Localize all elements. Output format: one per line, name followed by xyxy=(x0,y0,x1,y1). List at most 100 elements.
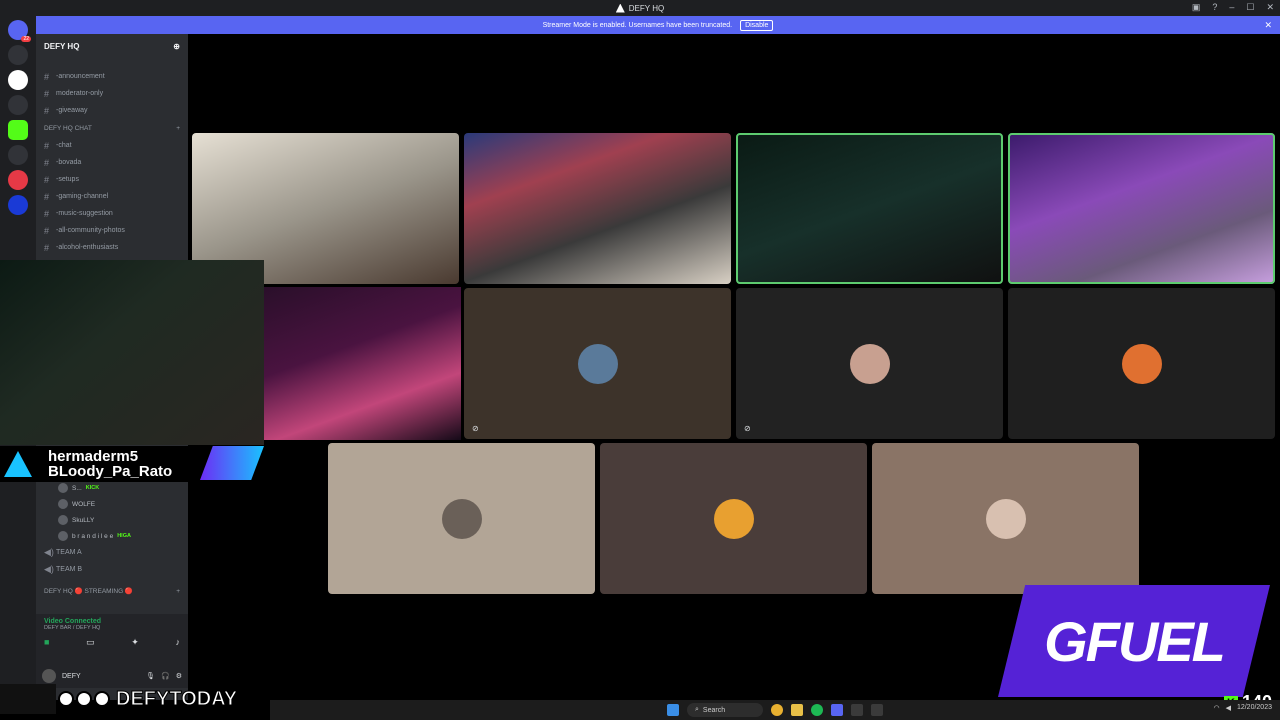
voice-connected-label: Video Connected xyxy=(44,618,102,625)
social-handles-overlay: DEFYTODAY xyxy=(0,684,270,714)
hash-icon: # xyxy=(44,208,50,219)
server-icon-defy[interactable] xyxy=(8,70,28,90)
channel-item[interactable]: # -gaming-channel xyxy=(36,188,188,205)
avatar xyxy=(849,343,890,384)
video-tile[interactable] xyxy=(1008,133,1275,284)
streamer-webcam-overlay xyxy=(0,260,264,445)
minimize-button[interactable]: – xyxy=(1229,2,1234,13)
mute-icon: ⊘ xyxy=(744,424,751,433)
spotify-icon[interactable] xyxy=(811,704,823,716)
video-tile[interactable] xyxy=(464,133,731,284)
volume-icon[interactable]: ◀ xyxy=(1226,704,1231,712)
search-icon: ⌕ xyxy=(695,706,699,713)
app-icon[interactable] xyxy=(851,704,863,716)
sponsor-logo: GFUEL xyxy=(998,585,1270,697)
close-banner-icon[interactable]: ✕ xyxy=(1264,20,1272,31)
avatar[interactable] xyxy=(42,669,56,683)
server-icon[interactable] xyxy=(8,145,28,165)
microphone-icon[interactable]: 🎙 xyxy=(146,672,155,680)
channel-item[interactable]: # -alcohol-enthusiasts xyxy=(36,239,188,256)
voice-channel-item[interactable]: ◀) TEAM A xyxy=(36,544,188,561)
voice-user[interactable]: b r a n d i l e e HIGA xyxy=(36,528,188,544)
banner-text: Streamer Mode is enabled. Usernames have… xyxy=(542,21,733,29)
channel-item[interactable]: # -chat xyxy=(36,137,188,154)
maximize-button[interactable]: ☐ xyxy=(1246,2,1254,13)
screen-share-button[interactable]: ▭ xyxy=(86,637,95,648)
channel-item[interactable]: # -giveaway xyxy=(36,102,188,119)
app-icon[interactable] xyxy=(871,704,883,716)
participant-tile[interactable] xyxy=(328,443,595,594)
camera-button[interactable]: ■ xyxy=(44,637,49,648)
voice-user[interactable]: WOLFE xyxy=(36,496,188,512)
avatar xyxy=(441,498,482,539)
server-header[interactable]: DEFY HQ ⊕ xyxy=(36,34,188,58)
category-header[interactable]: DEFY HQ 🔴 STREAMING 🔴 + xyxy=(36,582,188,600)
window-controls: ▣ ? – ☐ ✕ xyxy=(1192,2,1274,13)
channel-item[interactable]: # -music-suggestion xyxy=(36,205,188,222)
participant-tile[interactable] xyxy=(872,443,1139,594)
participant-tile[interactable] xyxy=(1008,288,1275,439)
server-icon-kick[interactable] xyxy=(8,120,28,140)
server-icon[interactable] xyxy=(8,95,28,115)
chrome-icon[interactable] xyxy=(771,704,783,716)
unread-badge: 22 xyxy=(21,36,31,42)
window-titlebar: DEFY HQ ▣ ? – ☐ ✕ xyxy=(0,0,1280,16)
voice-user[interactable]: SkuLLY xyxy=(36,512,188,528)
headphones-icon[interactable]: 🎧 xyxy=(161,672,170,680)
inbox-icon[interactable]: ▣ xyxy=(1192,2,1201,13)
hash-icon: # xyxy=(44,157,50,168)
server-icon[interactable] xyxy=(8,195,28,215)
close-window-button[interactable]: ✕ xyxy=(1266,2,1274,13)
gear-icon[interactable]: ⚙ xyxy=(176,672,182,680)
disable-streamer-mode-button[interactable]: Disable xyxy=(740,19,774,31)
server-icon[interactable] xyxy=(8,45,28,65)
help-icon[interactable]: ? xyxy=(1212,2,1217,13)
activities-button[interactable]: ✦ xyxy=(131,637,139,648)
tray-date: 12/20/2023 xyxy=(1236,704,1272,711)
channel-item[interactable]: # -all-community-photos xyxy=(36,222,188,239)
direct-messages-icon[interactable]: 22 xyxy=(8,20,31,42)
hash-icon: # xyxy=(44,174,50,185)
voice-status-panel: Video Connected DEFY BAR / DEFY HQ ■ ▭ ✦… xyxy=(36,614,188,664)
video-tile[interactable] xyxy=(736,133,1003,284)
channel-item[interactable]: # -bovada xyxy=(36,154,188,171)
wifi-icon[interactable]: ◠ xyxy=(1213,704,1219,712)
avatar xyxy=(713,498,754,539)
speaker-icon: ◀) xyxy=(44,547,54,557)
overlay-name-2: BLoody_Pa_Rato xyxy=(48,463,173,480)
category-header[interactable]: DEFY HQ CHAT + xyxy=(36,119,188,137)
participant-tile[interactable]: ⊘ xyxy=(736,288,1003,439)
folder-icon[interactable] xyxy=(791,704,803,716)
hash-icon: # xyxy=(44,140,50,151)
hash-icon: # xyxy=(44,191,50,202)
defy-logo-icon xyxy=(4,451,32,477)
avatar xyxy=(577,343,618,384)
avatar xyxy=(58,499,68,509)
sponsor-name: GFUEL xyxy=(1044,609,1226,673)
windows-start-icon[interactable] xyxy=(667,704,679,716)
channel-item[interactable]: # -announcement xyxy=(36,68,188,85)
user-name: DEFY xyxy=(62,672,81,680)
channel-item[interactable]: # moderator-only xyxy=(36,85,188,102)
voice-channel-path[interactable]: DEFY BAR / DEFY HQ xyxy=(44,625,180,631)
participant-tile[interactable] xyxy=(600,443,867,594)
discord-icon[interactable] xyxy=(831,704,843,716)
channel-item[interactable]: # -setups xyxy=(36,171,188,188)
speaker-icon: ◀) xyxy=(44,564,54,574)
voice-user[interactable]: S... KICK xyxy=(36,480,188,496)
stream-name-overlay: hermaderm5 BLoody_Pa_Rato xyxy=(0,446,270,482)
twitter-icon xyxy=(58,691,74,707)
avatar xyxy=(1121,343,1162,384)
streamer-mode-banner: Streamer Mode is enabled. Usernames have… xyxy=(36,16,1280,34)
add-channel-icon[interactable]: + xyxy=(176,588,180,595)
windows-taskbar: ⌕ Search ◠ ◀ 12/20/2023 xyxy=(270,700,1280,720)
participant-tile[interactable]: ⊘ xyxy=(464,288,731,439)
soundboard-button[interactable]: ♪ xyxy=(175,637,180,648)
mute-icon: ⊘ xyxy=(472,424,479,433)
social-handle: DEFYTODAY xyxy=(115,687,238,710)
server-icon[interactable] xyxy=(8,170,28,190)
taskbar-search[interactable]: ⌕ Search xyxy=(687,703,763,717)
add-channel-icon[interactable]: + xyxy=(176,125,180,132)
voice-channel-item[interactable]: ◀) TEAM B xyxy=(36,561,188,578)
add-member-icon[interactable]: ⊕ xyxy=(173,42,180,51)
